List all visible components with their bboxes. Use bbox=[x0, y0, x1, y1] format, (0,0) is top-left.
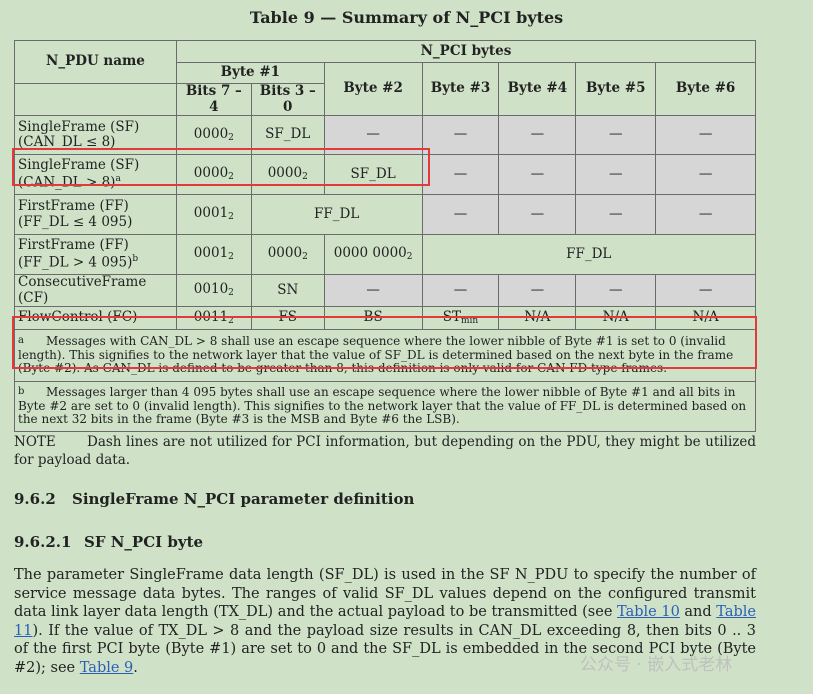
table-row: SingleFrame (SF) (CAN_DL > 8)a 00002 0000… bbox=[14, 154, 756, 196]
cell-dash: — bbox=[498, 274, 577, 308]
cell-bits-7-4: 00002 bbox=[175, 154, 252, 196]
col-header-npci-bytes: N_PCI bytes bbox=[175, 40, 757, 63]
table-caption: Table 9 — Summary of N_PCI bytes bbox=[249, 8, 564, 27]
cell-dash: — bbox=[575, 154, 657, 196]
cell-dash: — bbox=[498, 154, 577, 196]
cell-byte4: N/A bbox=[498, 306, 577, 331]
table-row: ConsecutiveFrame (CF) 00102 SN — — — — — bbox=[14, 274, 756, 308]
note-text: Dash lines are not utilized for PCI info… bbox=[14, 434, 756, 468]
cell-dash: — bbox=[421, 194, 500, 236]
cell-dash: — bbox=[575, 115, 657, 156]
col-header-byte5: Byte #5 bbox=[575, 61, 657, 117]
cell-byte2: SF_DL bbox=[323, 154, 423, 196]
table-row: FlowControl (FC) 00112 FS BS STmin N/A N… bbox=[14, 306, 756, 331]
cell-ff-dl: FF_DL bbox=[250, 194, 423, 236]
cell-dash: — bbox=[323, 115, 423, 156]
cell-bits-3-0: 00002 bbox=[250, 154, 325, 196]
col-header-byte3: Byte #3 bbox=[421, 61, 500, 117]
cell-bits-7-4: 00102 bbox=[175, 274, 252, 308]
section-heading: 9.6.2 SingleFrame N_PCI parameter definit… bbox=[14, 490, 415, 508]
cell-byte2: BS bbox=[323, 306, 423, 331]
cell-dash: — bbox=[421, 115, 500, 156]
row-name: SingleFrame (SF) (CAN_DL > 8)a bbox=[14, 154, 177, 196]
footnote-a: a Messages with CAN_DL > 8 shall use an e… bbox=[14, 329, 756, 383]
note-label: NOTE bbox=[14, 434, 56, 450]
col-header-bits-3-0: Bits 3 – 0 bbox=[250, 82, 325, 117]
cell-ff-dl: FF_DL bbox=[421, 234, 757, 276]
link-table-10[interactable]: Table 10 bbox=[617, 604, 680, 620]
cell-dash: — bbox=[498, 115, 577, 156]
table-row: FirstFrame (FF) (FF_DL > 4 095)b 00012 00… bbox=[14, 234, 757, 276]
cell-dash: — bbox=[421, 274, 500, 308]
cell-dash: — bbox=[421, 154, 500, 196]
cell-bits-7-4: 00012 bbox=[175, 234, 252, 276]
footnote-b: b Messages larger than 4 095 bytes shall … bbox=[14, 381, 756, 433]
note: NOTE Dash lines are not utilized for PCI … bbox=[14, 433, 756, 469]
cell-dash: — bbox=[655, 274, 756, 308]
header-filler bbox=[14, 83, 177, 117]
col-header-npdu-name: N_PDU name bbox=[14, 40, 177, 84]
cell-byte3: STmin bbox=[421, 306, 500, 331]
npci-summary-table: N_PDU name N_PCI bytes Byte #1 Byte #2 B… bbox=[14, 40, 757, 433]
subsection-heading: 9.6.2.1 SF N_PCI byte bbox=[14, 533, 204, 551]
cell-bits-3-0: SF_DL bbox=[250, 115, 325, 156]
cell-dash: — bbox=[655, 154, 756, 196]
cell-dash: — bbox=[498, 194, 577, 236]
cell-bits-3-0: FS bbox=[250, 306, 325, 331]
cell-dash: — bbox=[655, 115, 756, 156]
cell-bits-7-4: 00012 bbox=[175, 194, 252, 236]
row-name: FirstFrame (FF) (FF_DL > 4 095)b bbox=[14, 234, 177, 276]
row-name: ConsecutiveFrame (CF) bbox=[14, 274, 177, 308]
cell-dash: — bbox=[575, 274, 657, 308]
col-header-byte1: Byte #1 bbox=[175, 62, 325, 84]
cell-bits-7-4: 00002 bbox=[175, 115, 252, 156]
col-header-byte6: Byte #6 bbox=[655, 61, 756, 117]
row-name: FirstFrame (FF) (FF_DL ≤ 4 095) bbox=[14, 194, 177, 236]
cell-dash: — bbox=[655, 194, 756, 236]
cell-dash: — bbox=[323, 274, 423, 308]
cell-bits-3-0: 00002 bbox=[250, 234, 325, 276]
table-row: FirstFrame (FF) (FF_DL ≤ 4 095) 00012 FF_… bbox=[14, 194, 756, 236]
col-header-byte4: Byte #4 bbox=[498, 61, 577, 117]
cell-byte6: N/A bbox=[655, 306, 756, 331]
cell-bits-7-4: 00112 bbox=[175, 306, 252, 331]
cell-byte5: N/A bbox=[575, 306, 657, 331]
table-row: SingleFrame (SF) (CAN_DL ≤ 8) 00002 SF_DL… bbox=[14, 115, 756, 156]
body-paragraph: The parameter SingleFrame data length (S… bbox=[14, 567, 756, 676]
col-header-bits-7-4: Bits 7 – 4 bbox=[175, 82, 252, 117]
link-table-9[interactable]: Table 9 bbox=[80, 660, 134, 676]
cell-byte2: 0000 00002 bbox=[323, 234, 423, 276]
row-name: SingleFrame (SF) (CAN_DL ≤ 8) bbox=[14, 115, 177, 156]
row-name: FlowControl (FC) bbox=[14, 306, 177, 331]
col-header-byte2: Byte #2 bbox=[323, 61, 423, 117]
cell-dash: — bbox=[575, 194, 657, 236]
cell-bits-3-0: SN bbox=[250, 274, 325, 308]
